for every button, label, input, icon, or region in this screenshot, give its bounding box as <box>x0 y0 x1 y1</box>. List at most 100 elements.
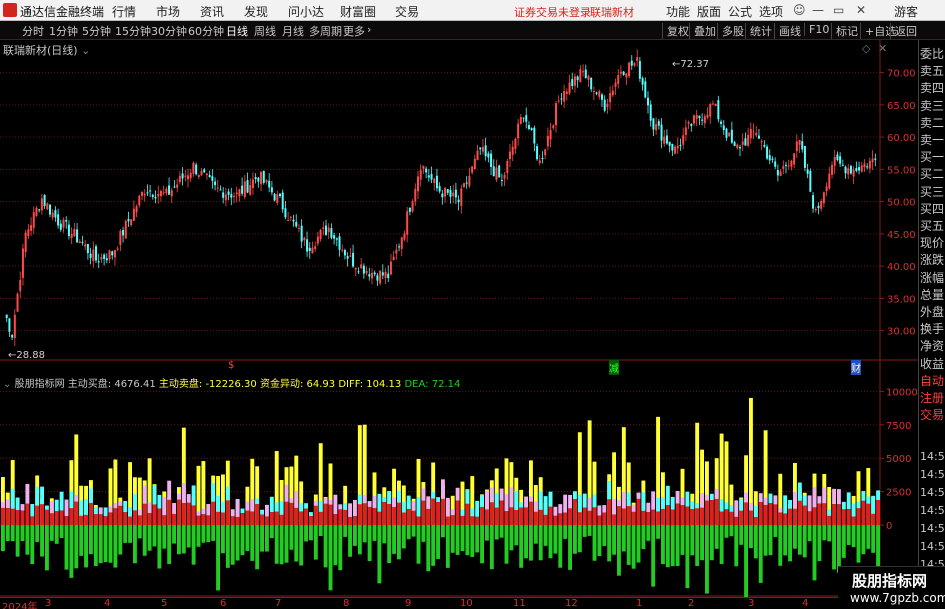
indicator-sell-bar <box>79 515 84 526</box>
side-item-19[interactable]: 自动 <box>920 372 944 389</box>
menu-hangqing[interactable]: 行情 <box>112 3 136 20</box>
candle-body <box>752 131 755 133</box>
marker-cai[interactable]: 财 <box>851 360 861 375</box>
indicator-sell-bar <box>157 508 162 526</box>
indicator-sell-bar <box>729 511 734 526</box>
dropdown-icon[interactable]: ⌄ <box>81 44 90 57</box>
btn-biaoji[interactable]: 标记 <box>831 23 858 39</box>
indicator-neg-bar <box>367 525 372 562</box>
btn-f10[interactable]: F10 <box>804 23 829 36</box>
indicator-neg-bar <box>871 525 876 553</box>
btn-tongji[interactable]: 统计 <box>745 23 772 39</box>
indicator-neg-bar <box>861 525 866 555</box>
close-icon[interactable]: ✕ <box>856 3 866 17</box>
candle-body <box>803 145 806 168</box>
date-label-3: 5 <box>161 598 168 609</box>
indicator-sell-bar <box>827 515 832 526</box>
menu-shichang[interactable]: 市场 <box>156 3 180 20</box>
candle-body <box>233 195 235 197</box>
minimize-icon[interactable]: — <box>812 3 824 17</box>
menu-gongshi[interactable]: 公式 <box>728 3 752 20</box>
candle-body <box>189 172 192 179</box>
menu-wenxiaoda[interactable]: 问小达 <box>288 3 324 20</box>
tab-1min[interactable]: 1分钟 <box>49 23 78 39</box>
menu-banmian[interactable]: 版面 <box>697 3 721 20</box>
candle-body <box>749 128 752 139</box>
indicator-flow-bar <box>441 479 445 499</box>
indicator-flow-bar <box>832 488 836 505</box>
tab-daily[interactable]: 日线 <box>226 23 248 39</box>
date-label-5: 7 <box>275 598 282 609</box>
tab-60min[interactable]: 60分钟 <box>188 23 224 39</box>
candle-body <box>414 188 417 202</box>
indicator-flow-bar <box>69 491 74 509</box>
indicator-sell-bar <box>876 500 880 526</box>
candle-body <box>757 135 760 139</box>
high-price-value: 72.37 <box>680 59 710 70</box>
indicator-sell-bar <box>54 511 59 526</box>
candle-body <box>343 250 346 256</box>
side-item-20[interactable]: 注册 <box>920 389 944 406</box>
price-panel-title: 联瑞新材(日线) ⌄ <box>3 42 90 58</box>
menu-caifuquan[interactable]: 财富圈 <box>340 3 376 20</box>
indicator-neg-bar <box>225 525 230 568</box>
indicator-neg-bar <box>54 525 59 544</box>
candle-body <box>330 228 333 238</box>
marker-dollar[interactable]: $ <box>228 360 234 371</box>
chevron-right-icon[interactable]: › <box>367 23 371 36</box>
btn-diejia[interactable]: 叠加 <box>689 23 716 39</box>
side-item-21[interactable]: 交易 <box>920 406 944 423</box>
side-item-12: 涨跌 <box>920 253 945 268</box>
candle-body <box>362 265 365 274</box>
tab-fenshi[interactable]: 分时 <box>22 23 44 39</box>
panel-close-icon[interactable]: ✕ <box>878 42 887 55</box>
indicator-dropdown-icon[interactable]: ⌄ <box>3 379 11 390</box>
restore-icon[interactable]: ▭ <box>833 3 844 17</box>
guest-label[interactable]: 游客 <box>894 3 918 20</box>
indicator-sell-bar <box>133 510 137 526</box>
period-toolbar: 分时 1分钟 5分钟 15分钟 30分钟 60分钟 日线 周线 月线 多周期 更… <box>0 21 945 40</box>
indicator-flow-bar <box>724 502 729 510</box>
candle-body <box>576 76 579 81</box>
candle-body <box>319 229 322 240</box>
indicator-neg-bar <box>670 525 675 567</box>
indicator-flow-bar <box>509 487 514 508</box>
indicator-neg-bar <box>93 525 98 567</box>
indicator-sell-bar <box>783 513 788 526</box>
tab-30min[interactable]: 30分钟 <box>151 23 187 39</box>
btn-back[interactable]: 返回 <box>890 23 917 39</box>
candle-body <box>130 219 133 226</box>
tab-15min[interactable]: 15分钟 <box>115 23 151 39</box>
user-icon[interactable]: ☺ <box>793 3 806 17</box>
menu-jiaoyi[interactable]: 交易 <box>395 3 419 20</box>
candle-body <box>768 155 771 161</box>
indicator-flow-bar <box>744 492 748 503</box>
tab-more[interactable]: 更多 <box>343 23 365 39</box>
candle-body <box>392 256 395 261</box>
tab-multi-period[interactable]: 多周期 <box>309 23 342 39</box>
chart-area[interactable]: 70.00 65.00 60.00 55.00 50.00 45.00 40.00 35.00… <box>0 40 945 609</box>
indicator-flow-bar <box>568 494 572 509</box>
menu-xuanxiang[interactable]: 选项 <box>759 3 783 20</box>
menu-faxian[interactable]: 发现 <box>244 3 268 20</box>
indicator-flow-bar <box>25 483 30 504</box>
diamond-icon[interactable]: ◇ <box>862 42 870 55</box>
menu-zixun[interactable]: 资讯 <box>200 3 224 20</box>
tab-5min[interactable]: 5分钟 <box>82 23 111 39</box>
tab-weekly[interactable]: 周线 <box>254 23 276 39</box>
menu-gongneng[interactable]: 功能 <box>666 3 690 20</box>
indicator-flow-bar <box>35 486 40 506</box>
marker-jian[interactable]: 减 <box>609 360 619 375</box>
btn-huaxian[interactable]: 画线 <box>774 23 801 39</box>
indicator-flow-bar <box>631 504 636 512</box>
watermark: 股朋指标网 www.7gpzb.com <box>838 566 945 609</box>
btn-fuquan[interactable]: 复权 <box>662 23 689 39</box>
btn-duogu[interactable]: 多股 <box>717 23 744 39</box>
login-warning[interactable]: 证券交易未登录 <box>514 4 591 20</box>
tab-monthly[interactable]: 月线 <box>282 23 304 39</box>
side-item-10: 买五 <box>920 219 945 233</box>
indicator-sell-bar <box>661 508 665 526</box>
indicator-neg-bar <box>353 525 357 546</box>
candle-body <box>92 249 95 262</box>
indicator-neg-bar <box>416 525 421 564</box>
